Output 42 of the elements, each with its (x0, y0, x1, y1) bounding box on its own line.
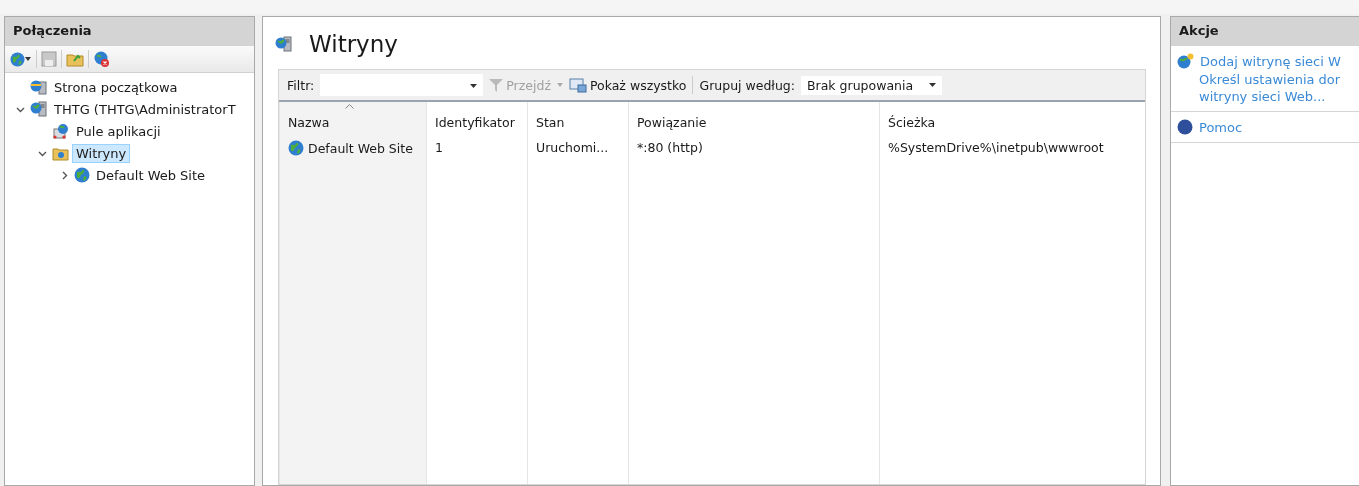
panel-title: Akcje (1171, 17, 1359, 46)
panel-title: Połączenia (5, 17, 254, 46)
action-link[interactable]: Pomoc (1199, 119, 1243, 135)
tree-item[interactable]: Strona początkowa (51, 78, 181, 96)
column-header[interactable]: Powiązanie (628, 102, 880, 136)
group-by-dropdown[interactable]: Brak grupowania (801, 75, 943, 95)
help-icon (1177, 119, 1193, 135)
tree-item[interactable]: Witryny (72, 143, 131, 163)
table-cell: *:80 (http) (637, 140, 703, 155)
column-header[interactable]: Stan (527, 102, 629, 136)
funnel-icon (489, 78, 504, 92)
server-icon (30, 101, 48, 117)
dropdown-icon[interactable] (929, 83, 937, 87)
page-title: Witryny (309, 31, 398, 57)
connect-button[interactable] (9, 50, 32, 68)
window-icon (568, 77, 587, 93)
app-pool-icon (52, 123, 70, 139)
action-link[interactable]: Dodaj witrynę sieci W (1200, 54, 1341, 69)
globe-icon (74, 167, 90, 183)
folder-icon (52, 145, 69, 161)
start-page-icon (30, 79, 48, 95)
folder-icon[interactable] (66, 51, 84, 67)
show-all-button[interactable]: Pokaż wszystko (568, 77, 687, 93)
filter-label: Filtr: (287, 77, 315, 93)
tree-item[interactable]: Pule aplikacji (73, 122, 164, 140)
dropdown-icon[interactable] (470, 84, 478, 88)
table-cell: Uruchomi... (536, 140, 609, 155)
disconnect-icon[interactable] (93, 50, 111, 68)
column-header[interactable]: Ścieżka (879, 102, 1145, 136)
action-link[interactable]: Określ ustawienia dor (1177, 72, 1353, 87)
table-cell: 1 (435, 140, 443, 155)
table-cell: %SystemDrive%\inetpub\wwwroot (888, 140, 1104, 155)
group-by-label: Grupuj według: (699, 77, 795, 93)
column-header[interactable]: Identyfikator (426, 102, 528, 136)
tree-item[interactable]: THTG (THTG\AdministratorT (51, 100, 239, 118)
column-header[interactable]: Nazwa (279, 102, 427, 136)
tree-item[interactable]: Default Web Site (93, 166, 209, 184)
dropdown-icon (25, 57, 31, 61)
sites-icon (275, 36, 293, 52)
globe-icon (10, 51, 25, 67)
globe-icon (288, 140, 304, 156)
action-link[interactable]: witryny sieci Web... (1177, 89, 1353, 104)
